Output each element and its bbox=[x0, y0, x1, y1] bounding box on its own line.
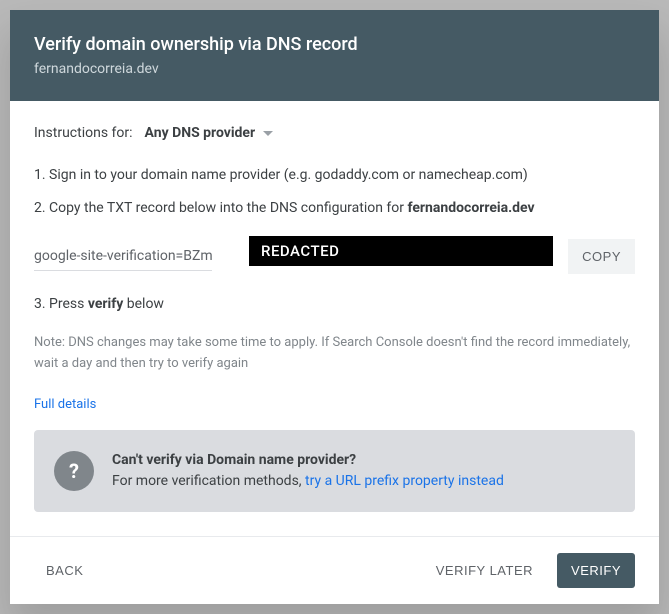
instructions-label: Instructions for: bbox=[34, 125, 133, 141]
redacted-overlay: REDACTED bbox=[249, 236, 553, 266]
step-3-suffix: below bbox=[123, 296, 164, 312]
txt-record-input[interactable] bbox=[34, 242, 212, 271]
step-2-domain: fernandocorreia.dev bbox=[408, 200, 535, 216]
step-1: 1. Sign in to your domain name provider … bbox=[34, 165, 635, 186]
dns-note: Note: DNS changes may take some time to … bbox=[34, 333, 635, 375]
dialog-body: Instructions for: Any DNS provider 1. Si… bbox=[10, 101, 659, 536]
copy-button[interactable]: COPY bbox=[568, 239, 635, 274]
step-3-bold: verify bbox=[88, 296, 123, 312]
dns-provider-label: Any DNS provider bbox=[145, 125, 256, 141]
footer-right: VERIFY LATER VERIFY bbox=[424, 553, 635, 588]
verify-later-button[interactable]: VERIFY LATER bbox=[424, 555, 545, 586]
full-details-link[interactable]: Full details bbox=[34, 397, 96, 412]
info-title: Can't verify via Domain name provider? bbox=[112, 450, 504, 471]
txt-record-row: REDACTED COPY bbox=[34, 239, 635, 274]
dialog-domain: fernandocorreia.dev bbox=[34, 61, 635, 77]
dns-provider-dropdown[interactable]: Any DNS provider bbox=[145, 125, 274, 141]
info-box: ? Can't verify via Domain name provider?… bbox=[34, 430, 635, 512]
instructions-row: Instructions for: Any DNS provider bbox=[34, 125, 635, 141]
question-icon: ? bbox=[54, 451, 94, 491]
step-2-text: 2. Copy the TXT record below into the DN… bbox=[34, 200, 408, 216]
back-button[interactable]: BACK bbox=[34, 555, 95, 586]
step-2: 2. Copy the TXT record below into the DN… bbox=[34, 198, 635, 219]
step-3-prefix: 3. Press bbox=[34, 296, 88, 312]
chevron-down-icon bbox=[263, 131, 273, 136]
txt-record-wrap: REDACTED bbox=[34, 242, 552, 271]
dialog-overlay: Verify domain ownership via DNS record f… bbox=[0, 0, 669, 614]
step-3: 3. Press verify below bbox=[34, 294, 635, 315]
url-prefix-link[interactable]: try a URL prefix property instead bbox=[305, 473, 504, 489]
info-text: Can't verify via Domain name provider? F… bbox=[112, 450, 504, 492]
dialog-header: Verify domain ownership via DNS record f… bbox=[10, 10, 659, 101]
verify-dialog: Verify domain ownership via DNS record f… bbox=[10, 10, 659, 604]
dialog-title: Verify domain ownership via DNS record bbox=[34, 34, 635, 55]
dialog-footer: BACK VERIFY LATER VERIFY bbox=[10, 536, 659, 604]
info-body: For more verification methods, bbox=[112, 473, 305, 489]
verify-button[interactable]: VERIFY bbox=[557, 553, 635, 588]
